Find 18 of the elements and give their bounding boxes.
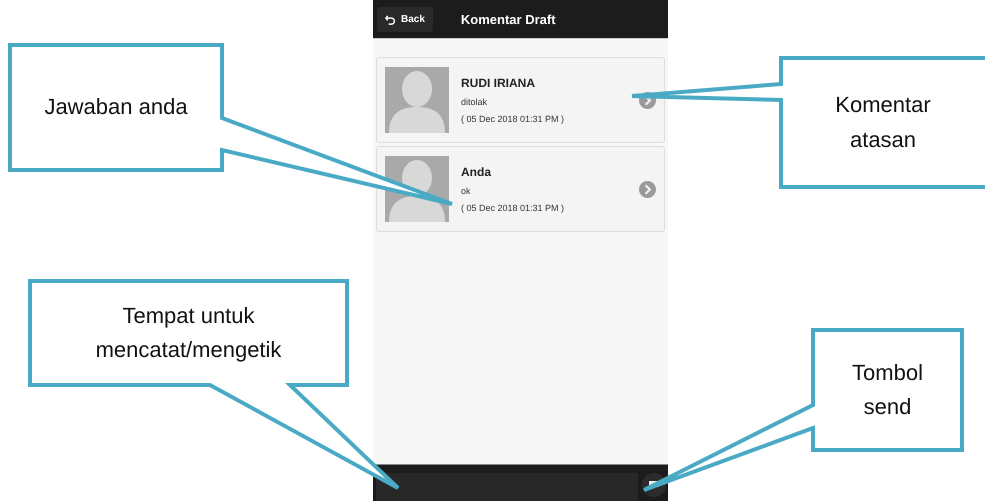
comment-text: ok (461, 186, 472, 196)
chevron-right-icon[interactable] (639, 180, 656, 198)
commenter-name: RUDI IRIANA (461, 76, 536, 90)
comment-text: ditolak (461, 97, 488, 107)
comment-time: ( 05 Dec 2018 01:31 PM ) (461, 114, 566, 124)
screen-title: Komentar Draft (460, 12, 556, 26)
callout-text: Tempat untuk mencatat/mengetik (94, 302, 282, 364)
callout-text: Jawaban anda (44, 93, 188, 122)
callout-text: Tombol send (851, 358, 924, 421)
avatar-icon (385, 67, 449, 133)
comment-card[interactable]: RUDI IRIANA ditolak ( 05 Dec 2018 01:31 PM ) (376, 57, 665, 143)
back-button[interactable]: Back (377, 6, 433, 32)
comment-input-field[interactable] (376, 473, 638, 501)
callout-text: Komentar atasan (834, 91, 932, 154)
comment-card[interactable]: Anda ok ( 05 Dec 2018 01:31 PM ) (376, 146, 665, 232)
comment-time: ( 05 Dec 2018 01:31 PM ) (461, 203, 566, 213)
back-arrow-icon (385, 14, 396, 24)
commenter-name: Anda (461, 165, 492, 179)
